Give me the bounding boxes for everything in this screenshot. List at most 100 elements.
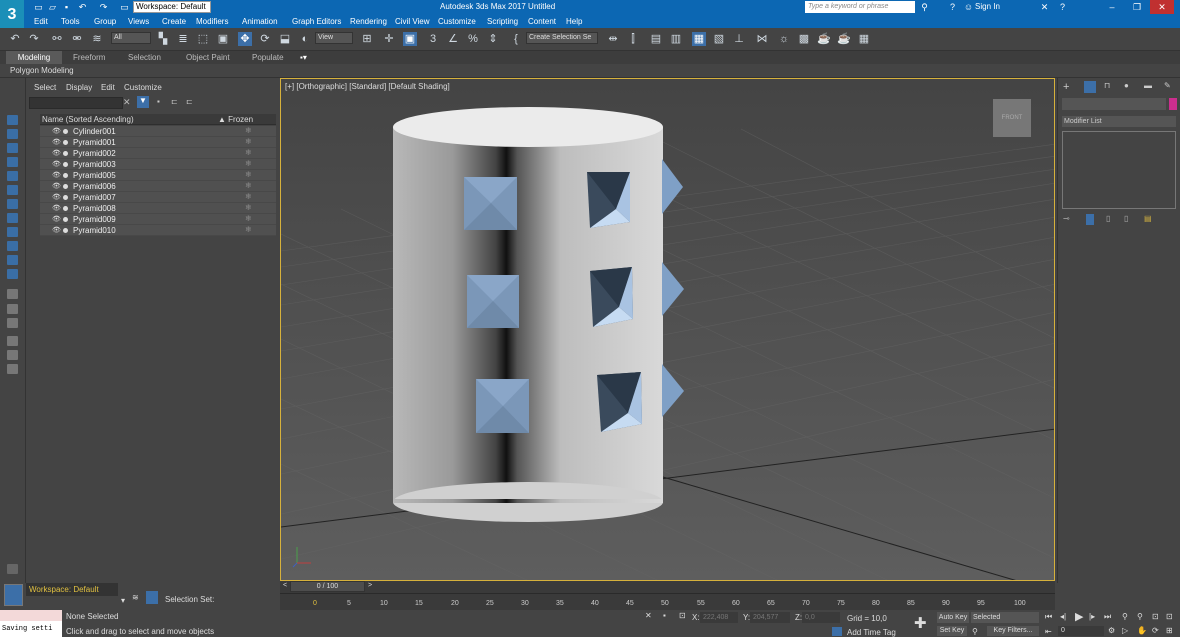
- render-icon[interactable]: [63, 184, 68, 189]
- user-icon[interactable]: ☺: [962, 1, 975, 13]
- current-frame-field[interactable]: 0: [1058, 626, 1104, 636]
- play-icon[interactable]: ▶: [1075, 610, 1083, 623]
- tab-modeling[interactable]: Modeling: [6, 51, 62, 64]
- auto-key-button[interactable]: Auto Key: [937, 612, 969, 623]
- z-coordinate-field[interactable]: 0,0: [802, 612, 840, 623]
- column-name[interactable]: Name (Sorted Ascending): [42, 115, 134, 124]
- visibility-icon[interactable]: 👁: [52, 204, 61, 212]
- display-children-icon[interactable]: [7, 318, 18, 328]
- key-filters-button[interactable]: Key Filters...: [987, 626, 1039, 636]
- next-frame-icon[interactable]: |▸: [1089, 612, 1095, 621]
- x-coordinate-field[interactable]: 222,408: [700, 612, 738, 623]
- menu-help[interactable]: Help: [566, 17, 582, 26]
- save-file-icon[interactable]: ▪: [60, 1, 73, 13]
- selection-lock-icon[interactable]: ▪: [663, 611, 666, 620]
- select-filter-icon[interactable]: [7, 350, 18, 360]
- trackbar[interactable]: 0 5 10 15 20 25 30 35 40 45 50 55 60 65 …: [280, 593, 1055, 610]
- display-all-icon[interactable]: [7, 129, 18, 139]
- menu-customize[interactable]: Customize: [438, 17, 476, 26]
- key-mode-toggle-icon[interactable]: ⇤: [1045, 627, 1052, 636]
- render-production-icon[interactable]: ☕: [817, 32, 831, 46]
- pivot-center-icon[interactable]: ⊞: [360, 32, 374, 46]
- list-item[interactable]: 👁 Pyramid002 ❄: [40, 148, 276, 159]
- menu-modifiers[interactable]: Modifiers: [196, 17, 228, 26]
- render-icon[interactable]: [63, 151, 68, 156]
- align-icon[interactable]: ⫿: [626, 32, 640, 46]
- display-tab-icon[interactable]: ▬: [1144, 81, 1152, 90]
- absolute-mode-icon[interactable]: ⊡: [679, 611, 686, 620]
- hierarchy-tab-icon[interactable]: ⊓: [1104, 81, 1110, 90]
- display-geometry-icon[interactable]: [7, 143, 18, 153]
- list-item[interactable]: 👁 Pyramid001 ❄: [40, 137, 276, 148]
- selected-dropdown[interactable]: Selected: [971, 612, 1039, 623]
- menu-animation[interactable]: Animation: [242, 17, 278, 26]
- layer-explorer-icon[interactable]: ▤: [649, 32, 663, 46]
- make-unique-icon[interactable]: ▯: [1106, 214, 1110, 223]
- visibility-icon[interactable]: 👁: [52, 160, 61, 168]
- menu-graph-editors[interactable]: Graph Editors: [292, 17, 341, 26]
- pin-stack-icon[interactable]: ⊸: [1063, 214, 1070, 223]
- freeze-icon[interactable]: ❄: [245, 181, 252, 190]
- undo-icon[interactable]: ↶: [76, 1, 89, 13]
- object-name-field[interactable]: [1062, 98, 1166, 110]
- select-object-icon[interactable]: ▚: [156, 32, 170, 46]
- render-icon[interactable]: [63, 228, 68, 233]
- maxscript-listener-top[interactable]: [0, 610, 62, 621]
- zoom-extents-icon[interactable]: ⊡: [1152, 612, 1159, 621]
- visibility-icon[interactable]: 👁: [52, 182, 61, 190]
- column-frozen[interactable]: ▲ Frozen: [218, 115, 253, 124]
- timeline-right-icon[interactable]: >: [368, 582, 372, 589]
- menu-civil-view[interactable]: Civil View: [395, 17, 430, 26]
- previous-frame-icon[interactable]: ◂|: [1060, 612, 1066, 621]
- redo-icon[interactable]: ↷: [27, 32, 41, 46]
- bind-space-warp-icon[interactable]: ≋: [90, 32, 104, 46]
- se-menu-edit[interactable]: Edit: [101, 83, 115, 92]
- close-icon[interactable]: ✕: [1150, 0, 1174, 14]
- hierarchy-icon[interactable]: ⊏: [171, 97, 178, 106]
- time-slider-track[interactable]: [280, 581, 1055, 593]
- display-xrefs-icon[interactable]: [7, 241, 18, 251]
- display-bones-icon[interactable]: [7, 255, 18, 265]
- redo-icon[interactable]: ↷: [97, 1, 110, 13]
- menu-edit[interactable]: Edit: [34, 17, 48, 26]
- modifier-stack[interactable]: [1062, 131, 1176, 209]
- modify-tab-icon[interactable]: [1084, 81, 1096, 93]
- viewport-layout-icon[interactable]: [4, 584, 23, 606]
- snap-3d-icon[interactable]: 3: [426, 32, 440, 46]
- search-input[interactable]: Type a keyword or phrase: [805, 1, 915, 13]
- scene-explorer-icon[interactable]: ▦: [692, 32, 706, 46]
- zoom-all-icon[interactable]: ⚲: [1137, 612, 1143, 621]
- list-item[interactable]: 👁 Cylinder001 ❄: [40, 126, 276, 137]
- menu-content[interactable]: Content: [528, 17, 556, 26]
- visibility-icon[interactable]: 👁: [52, 138, 61, 146]
- visibility-icon[interactable]: 👁: [52, 127, 61, 135]
- display-lights-icon[interactable]: [7, 171, 18, 181]
- freeze-icon[interactable]: ❄: [245, 192, 252, 201]
- ribbon-options-icon[interactable]: ▪▾: [300, 53, 307, 62]
- workspace-selector[interactable]: Workspace: Default: [26, 583, 118, 596]
- keyboard-shortcut-icon[interactable]: ▣: [403, 32, 417, 46]
- menu-scripting[interactable]: Scripting: [487, 17, 518, 26]
- menu-views[interactable]: Views: [128, 17, 149, 26]
- render-icon[interactable]: [63, 173, 68, 178]
- render-setup-icon[interactable]: ☼: [777, 32, 791, 46]
- viewport-label[interactable]: [+] [Orthographic] [Standard] [Default S…: [285, 82, 450, 91]
- display-containers-icon[interactable]: [7, 269, 18, 279]
- edit-named-selection-icon[interactable]: {: [509, 32, 523, 46]
- clear-search-icon[interactable]: ✕: [123, 97, 131, 108]
- menu-create[interactable]: Create: [162, 17, 186, 26]
- workspace-dropdown-arrow-icon[interactable]: ▾: [121, 596, 125, 605]
- list-item[interactable]: 👁 Pyramid010 ❄: [40, 225, 276, 236]
- se-menu-display[interactable]: Display: [66, 83, 92, 92]
- rotate-icon[interactable]: ⟳: [258, 32, 272, 46]
- help-icon[interactable]: ?: [946, 1, 959, 13]
- render-icon[interactable]: [63, 140, 68, 145]
- display-helpers-icon[interactable]: [7, 199, 18, 209]
- layers-icon[interactable]: ≋: [132, 593, 139, 602]
- new-file-icon[interactable]: ▭: [32, 1, 45, 13]
- binoculars-icon[interactable]: ⚲: [918, 1, 931, 13]
- move-icon[interactable]: ✥: [238, 32, 252, 46]
- selection-filter-dropdown[interactable]: All: [111, 32, 151, 44]
- reference-coordinate-dropdown[interactable]: View: [315, 32, 353, 44]
- create-tab-icon[interactable]: +: [1063, 81, 1069, 93]
